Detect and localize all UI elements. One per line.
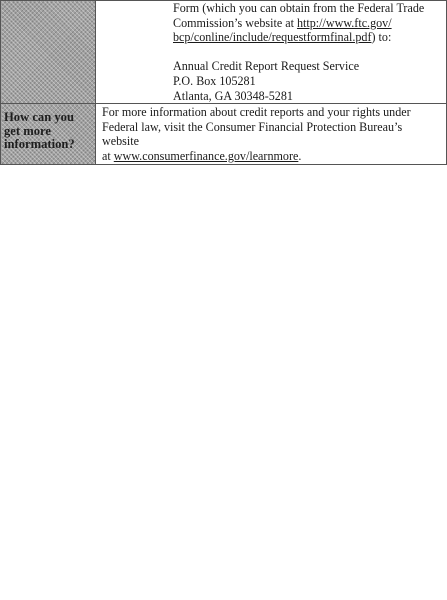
more-information-label: How can you get more information? <box>1 104 95 151</box>
info-line-3: at www.consumerfinance.gov/learnmore. <box>102 149 440 164</box>
mailing-address: Annual Credit Report Request Service P.O… <box>173 59 440 103</box>
ftc-website-link[interactable]: http://www.ftc.gov/ <box>297 16 392 30</box>
row-content-cell: Form (which you can obtain from the Fede… <box>95 0 447 105</box>
table-row: How can you get more information? For mo… <box>0 103 447 165</box>
address-line-city: Atlanta, GA 30348-5281 <box>173 88 293 103</box>
row-content-cell: For more information about credit report… <box>95 103 447 165</box>
label-line-2: get more <box>4 123 51 138</box>
row-label-cell-empty <box>0 0 96 105</box>
more-information-text: For more information about credit report… <box>96 104 446 163</box>
instructions-line-3-suffix: ) to: <box>371 30 392 45</box>
instructions-line-2-text: Commission’s website at <box>173 15 297 30</box>
credit-report-info-table: Form (which you can obtain from the Fede… <box>0 0 447 165</box>
address-line-po-box: P.O. Box 105281 <box>173 73 256 88</box>
instructions-line-1-text: Form (which you can obtain from the Fede… <box>173 1 425 15</box>
info-line-2: Federal law, visit the Consumer Financia… <box>102 119 403 149</box>
instructions-line-1: Form (which you can obtain from the Fede… <box>173 1 440 16</box>
info-line-3-suffix: . <box>298 148 302 163</box>
document-page: Form (which you can obtain from the Fede… <box>0 0 447 600</box>
request-instructions: Form (which you can obtain from the Fede… <box>96 1 446 103</box>
info-line-3-prefix: at <box>102 148 114 163</box>
cfpb-website-link[interactable]: www.consumerfinance.gov/learnmore <box>114 149 299 163</box>
request-form-pdf-link[interactable]: bcp/conline/include/requestformfinal.pdf <box>173 30 371 44</box>
info-line-1: For more information about credit report… <box>102 105 411 120</box>
instructions-line-2: Commission’s website at http://www.ftc.g… <box>173 16 440 31</box>
label-line-3: information? <box>4 136 75 151</box>
address-line-recipient: Annual Credit Report Request Service <box>173 59 360 74</box>
label-line-1: How can you <box>4 110 74 125</box>
instructions-line-3: bcp/conline/include/requestformfinal.pdf… <box>173 30 440 45</box>
row-label-cell: How can you get more information? <box>0 103 96 165</box>
table-row: Form (which you can obtain from the Fede… <box>0 0 447 105</box>
